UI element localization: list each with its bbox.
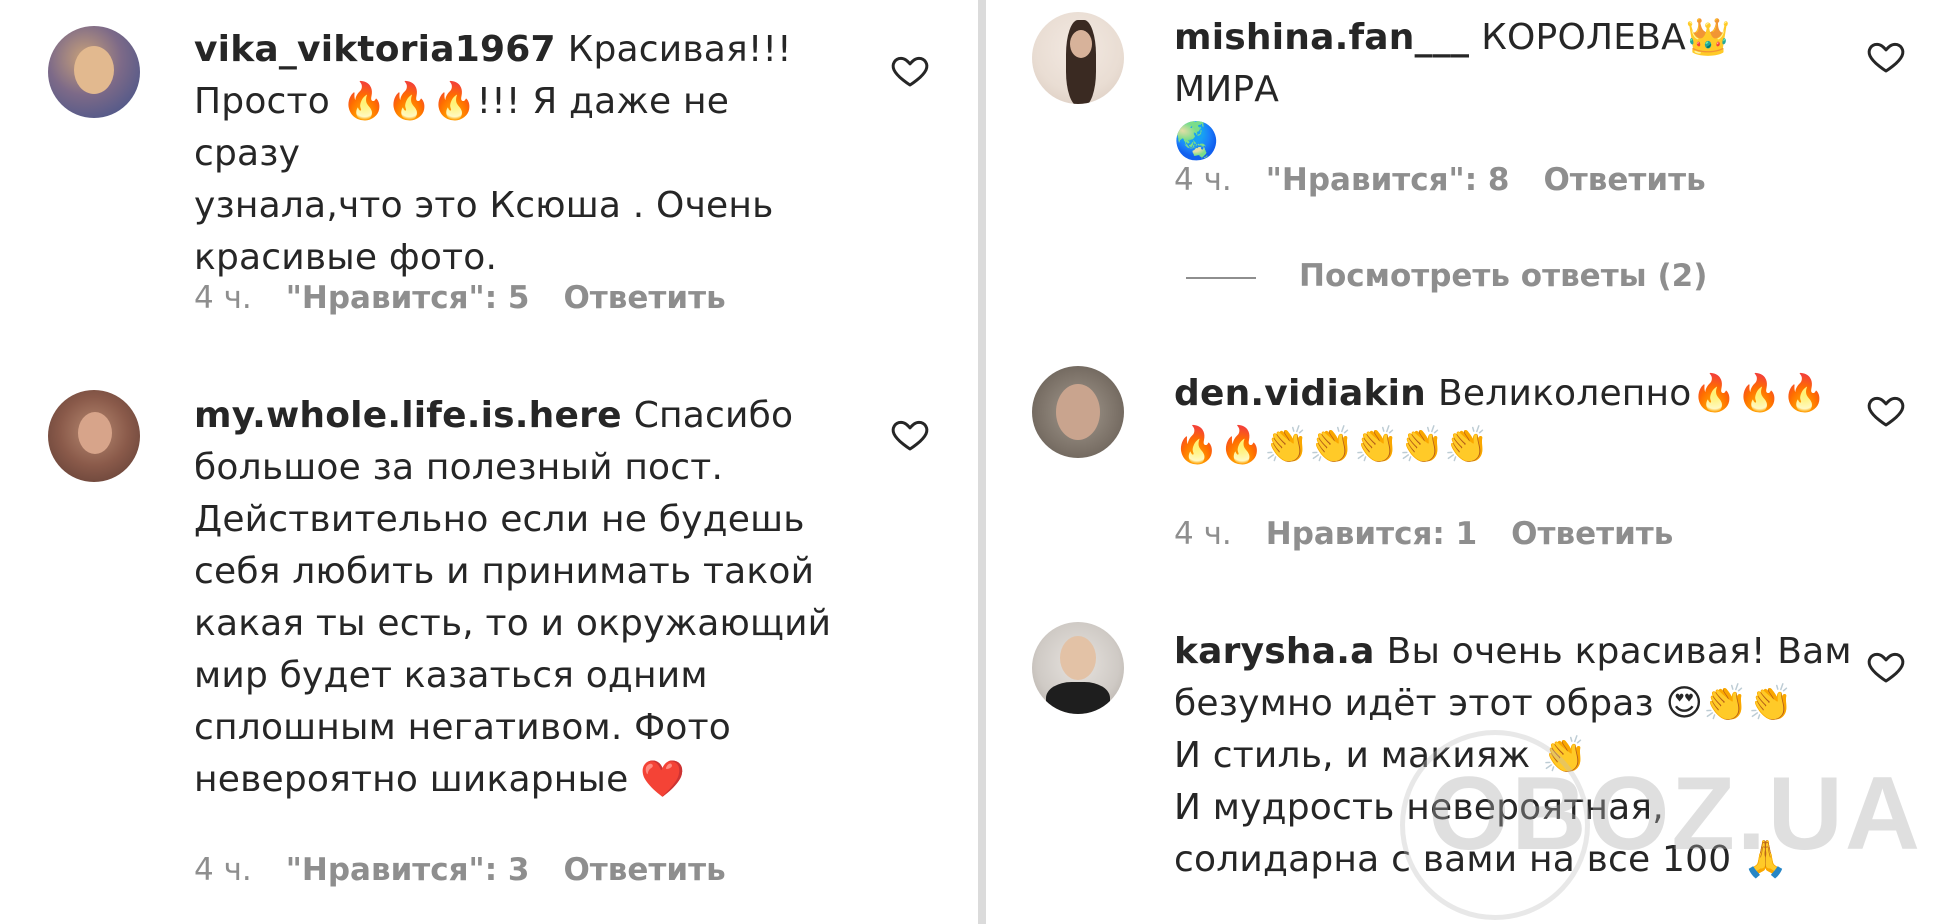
comment-meta: 4 ч. Нравится: 1 Ответить [1174, 516, 1707, 552]
comment-line: безумно идёт этот образ 😍👏👏 [1174, 683, 1794, 724]
comment-line: большое за полезный пост. [194, 447, 724, 488]
username-link[interactable]: den.vidiakin [1174, 373, 1426, 414]
comment-line: узнала,что это Ксюша . Очень [194, 185, 774, 226]
reply-button[interactable]: Ответить [563, 280, 725, 316]
heart-outline-icon[interactable] [1866, 36, 1906, 76]
comments-panel-left: vika_viktoria1967 Красивая!!! Просто 🔥🔥🔥!… [0, 0, 978, 924]
panel-divider [978, 0, 986, 924]
comment-meta: 4 ч. "Нравится": 5 Ответить [194, 280, 760, 316]
watermark: OBOZ.UA [1428, 756, 1922, 872]
comment-line: 🔥🔥👏👏👏👏👏 [1174, 425, 1490, 466]
comment-line: себя любить и принимать такой [194, 551, 815, 592]
comment-text: my.whole.life.is.here Спасибо большое за … [194, 390, 894, 806]
reply-button[interactable]: Ответить [563, 852, 725, 888]
comment-line: сплошным негативом. Фото [194, 707, 731, 748]
comment-line: Действительно если не будешь [194, 499, 805, 540]
heart-outline-icon[interactable] [890, 50, 930, 90]
comment-text: den.vidiakin Великолепно🔥🔥🔥 🔥🔥👏👏👏👏👏 [1174, 368, 1834, 472]
avatar[interactable] [48, 390, 140, 482]
avatar[interactable] [1032, 12, 1124, 104]
comment-line: Великолепно🔥🔥🔥 [1438, 373, 1827, 414]
replies-divider [1186, 277, 1256, 279]
likes-count-link[interactable]: Нравится: 1 [1266, 516, 1477, 552]
comment-line: Спасибо [633, 395, 794, 436]
comment-line: невероятно шикарные ❤️ [194, 759, 686, 800]
heart-outline-icon[interactable] [890, 414, 930, 454]
view-replies-button[interactable]: Посмотреть ответы (2) [1299, 258, 1707, 294]
avatar[interactable] [48, 26, 140, 118]
heart-outline-icon[interactable] [1866, 646, 1906, 686]
comment-meta: 4 ч. "Нравится": 3 Ответить [194, 852, 760, 888]
comment-meta: 4 ч. "Нравится": 8 Ответить [1174, 162, 1740, 198]
username-link[interactable]: vika_viktoria1967 [194, 29, 556, 70]
comment-text: mishina.fan___ КОРОЛЕВА👑МИРА 🌏 [1174, 12, 1834, 168]
comment-time: 4 ч. [1174, 162, 1232, 198]
likes-count-link[interactable]: "Нравится": 3 [286, 852, 530, 888]
heart-outline-icon[interactable] [1866, 390, 1906, 430]
likes-count-link[interactable]: "Нравится": 8 [1266, 162, 1510, 198]
comment-line: Вы очень красивая! Вам [1386, 631, 1852, 672]
comment-time: 4 ч. [194, 852, 252, 888]
username-link[interactable]: mishina.fan___ [1174, 17, 1469, 58]
comment-line: 🌏 [1174, 121, 1220, 162]
likes-count-link[interactable]: "Нравится": 5 [286, 280, 530, 316]
username-link[interactable]: my.whole.life.is.here [194, 395, 622, 436]
comment-line: какая ты есть, то и окружающий [194, 603, 832, 644]
comment-line: Красивая!!! [567, 29, 792, 70]
comment-line: красивые фото. [194, 237, 498, 278]
comment-time: 4 ч. [1174, 516, 1232, 552]
avatar[interactable] [1032, 366, 1124, 458]
avatar[interactable] [1032, 622, 1124, 714]
comment-line: Просто 🔥🔥🔥!!! Я даже не сразу [194, 81, 730, 174]
comment-time: 4 ч. [194, 280, 252, 316]
reply-button[interactable]: Ответить [1543, 162, 1705, 198]
comment-text: vika_viktoria1967 Красивая!!! Просто 🔥🔥🔥!… [194, 24, 834, 284]
username-link[interactable]: karysha.a [1174, 631, 1375, 672]
comment-line: мир будет казаться одним [194, 655, 708, 696]
reply-button[interactable]: Ответить [1511, 516, 1673, 552]
